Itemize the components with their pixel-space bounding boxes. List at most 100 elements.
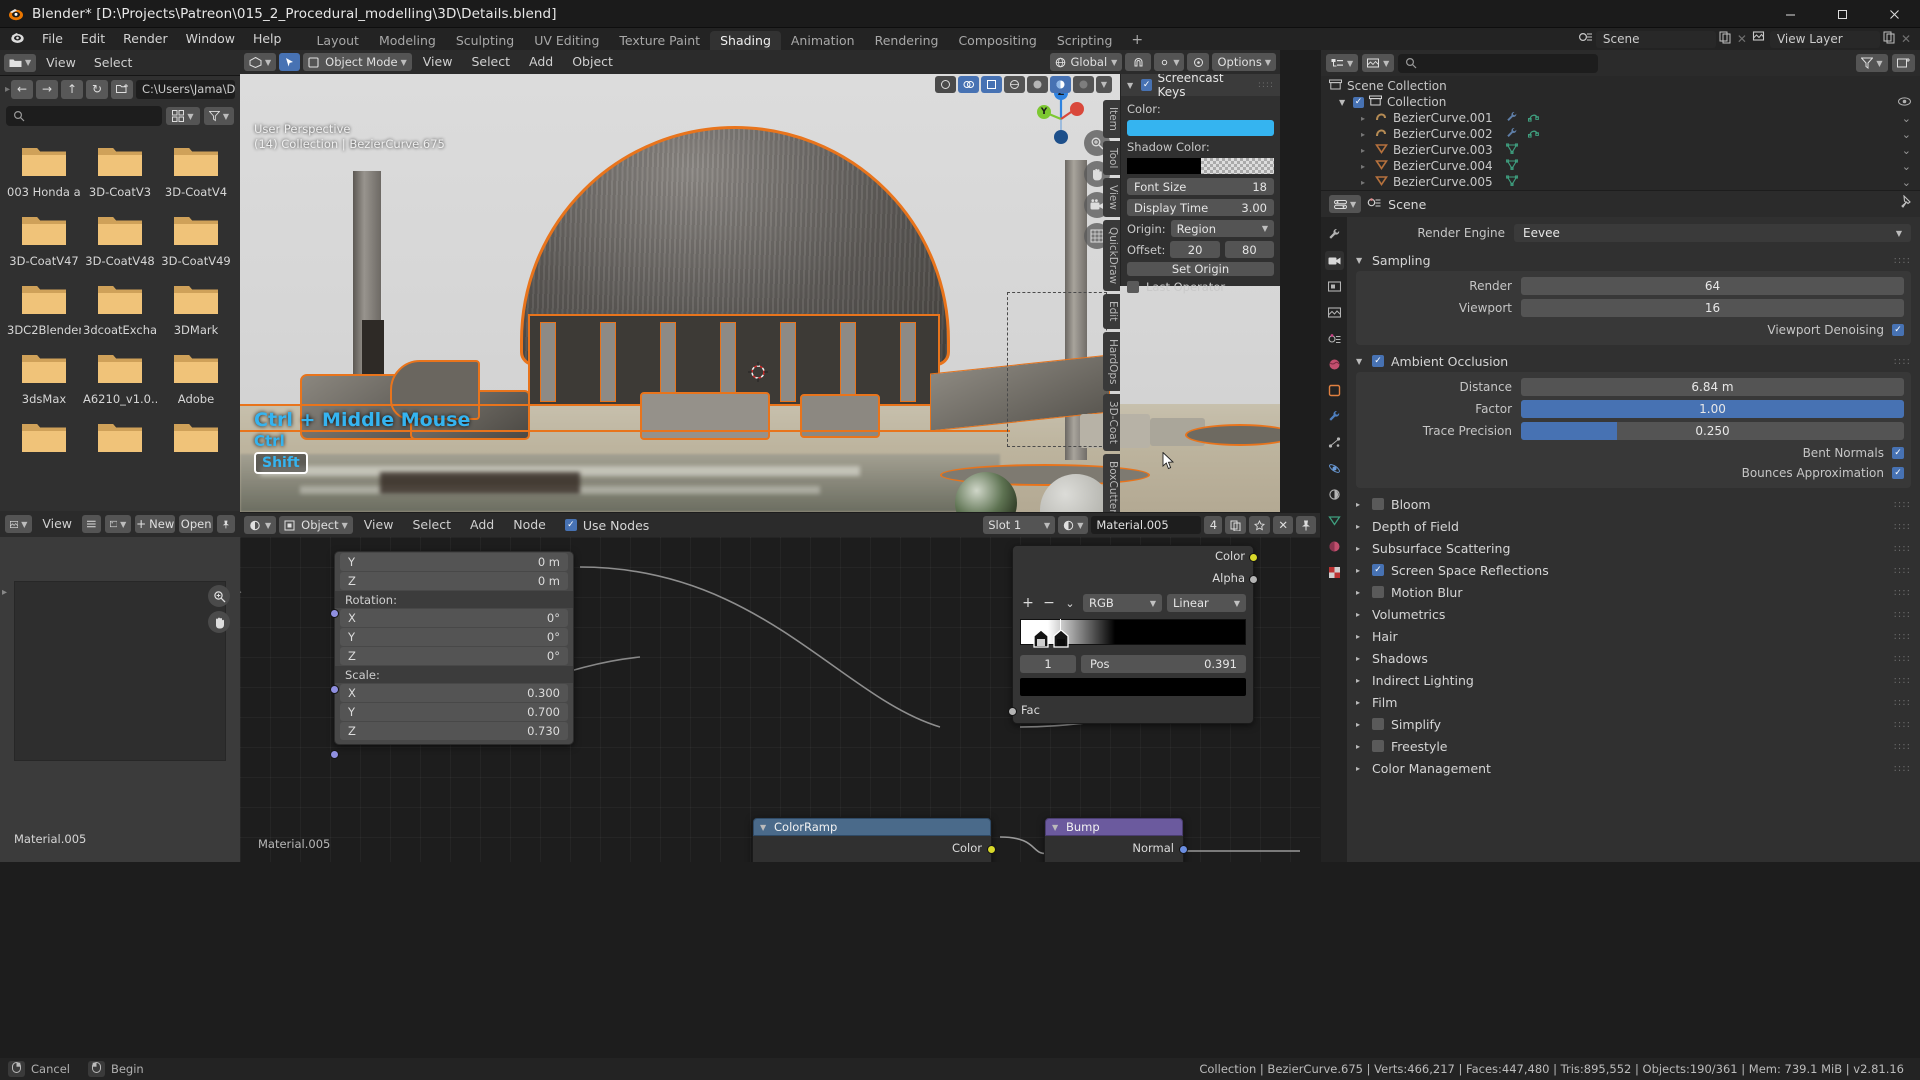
zoom-icon[interactable] xyxy=(208,585,230,607)
snap-settings-icon[interactable]: ▼ xyxy=(1154,53,1185,71)
use-nodes-toggle[interactable]: ✓ Use Nodes xyxy=(557,518,657,533)
collection-enable-checkbox[interactable]: ✓ xyxy=(1353,96,1364,108)
section-volumetrics[interactable]: ▸ Volumetrics :::: xyxy=(1356,603,1911,625)
chevron-down-icon[interactable]: ▼ xyxy=(1127,81,1136,90)
sidebar-tab-hardops[interactable]: HardOps xyxy=(1103,331,1120,392)
scale-x-field[interactable]: X 0.300 xyxy=(340,684,568,702)
panel-grip-icon[interactable]: :::: xyxy=(1894,675,1911,686)
workspace-tab-layout[interactable]: Layout xyxy=(306,31,369,50)
material-users-count[interactable]: 4 xyxy=(1204,516,1223,534)
tab-modifiers[interactable] xyxy=(1325,407,1344,426)
copy-view-layer-icon[interactable] xyxy=(1882,30,1896,48)
menu-help[interactable]: Help xyxy=(244,28,291,50)
panel-grip-icon[interactable]: :::: xyxy=(1894,609,1911,620)
xray-toggle-icon[interactable] xyxy=(980,76,1002,93)
nav-up-button[interactable]: ↑ xyxy=(61,79,84,99)
outliner-display-mode-selector[interactable]: ▼ xyxy=(1362,54,1395,72)
bounces-approximation-row[interactable]: Bounces Approximation ✓ xyxy=(1363,463,1904,483)
chevron-right-icon[interactable]: ▸ xyxy=(1356,544,1365,553)
colorramp-pos-field[interactable]: Pos 0.391 xyxy=(1081,655,1246,673)
colorramp-interpolation-selector[interactable]: Linear ▼ xyxy=(1167,594,1246,612)
sampling-viewport-field[interactable]: 16 xyxy=(1521,299,1904,317)
image-editor-menu-view[interactable]: View xyxy=(36,513,78,535)
tab-render[interactable] xyxy=(1324,251,1344,270)
outliner-scene-collection-row[interactable]: Scene Collection xyxy=(1321,78,1920,94)
screen-space-reflections-checkbox[interactable]: ✓ xyxy=(1372,564,1384,576)
viewport-menu-object[interactable]: Object xyxy=(564,51,621,73)
node-socket-fac-in[interactable] xyxy=(1008,707,1017,716)
shader-type-selector[interactable]: Object ▼ xyxy=(279,516,353,534)
workspace-tab-scripting[interactable]: Scripting xyxy=(1047,31,1123,50)
delete-scene-icon[interactable]: ✕ xyxy=(1734,32,1750,46)
wrench-icon[interactable] xyxy=(1506,127,1518,141)
screencast-keys-enable-checkbox[interactable]: ✓ xyxy=(1140,79,1153,91)
shading-solid-icon[interactable] xyxy=(1026,76,1048,93)
screencast-keys-panel-header[interactable]: ▼ ✓ Screencast Keys :::: xyxy=(1121,74,1280,99)
proportional-edit-icon[interactable] xyxy=(1187,53,1210,71)
collapse-chevron-icon[interactable]: ⌄ xyxy=(1902,176,1911,189)
editor-type-selector[interactable]: ▼ xyxy=(1329,195,1362,213)
node-menu-view[interactable]: View xyxy=(356,514,402,536)
chevron-down-icon[interactable]: ▼ xyxy=(1052,823,1061,832)
unlink-material-icon[interactable]: ✕ xyxy=(1273,516,1293,534)
sidebar-tab-tool[interactable]: Tool xyxy=(1103,140,1120,176)
chevron-right-icon[interactable]: ▸ xyxy=(1356,566,1365,575)
node-socket-color-out[interactable] xyxy=(1249,553,1258,562)
close-button[interactable] xyxy=(1868,0,1920,28)
outliner-collection-row[interactable]: ▼ ✓ Collection xyxy=(1321,94,1920,110)
outliner-filter-button[interactable]: ▼ xyxy=(1856,54,1888,72)
sidebar-tab-boxcutter[interactable]: BoxCutter xyxy=(1103,454,1120,512)
mesh-data-icon[interactable] xyxy=(1505,143,1518,157)
image-canvas[interactable] xyxy=(14,581,226,761)
add-workspace-button[interactable]: + xyxy=(1122,31,1152,50)
colorramp-remove-stop-button[interactable]: − xyxy=(1041,595,1057,611)
section-indirect-lighting[interactable]: ▸ Indirect Lighting :::: xyxy=(1356,669,1911,691)
origin-selector[interactable]: Region ▼ xyxy=(1170,220,1274,237)
panel-grip-icon[interactable]: :::: xyxy=(1894,719,1911,730)
colorramp-edit-node[interactable]: Color Alpha + − ⌄ RGB ▼ Linear ▼ 1 Pos 0… xyxy=(1008,545,1258,724)
outliner-object-row[interactable]: ▸ BezierCurve.004 ⌄ xyxy=(1321,158,1920,174)
section-screen-space-reflections[interactable]: ▸ ✓ Screen Space Reflections :::: xyxy=(1356,559,1911,581)
chevron-right-icon[interactable]: ▸ xyxy=(1356,742,1365,751)
node-socket[interactable] xyxy=(330,750,339,759)
file-item[interactable]: A6210_v1.0... xyxy=(82,351,158,406)
chevron-right-icon[interactable]: ▸ xyxy=(1361,130,1370,139)
snap-magnet-icon[interactable] xyxy=(1125,53,1152,71)
tab-view-layer[interactable] xyxy=(1325,303,1344,322)
file-item[interactable]: 3D-CoatV48 xyxy=(82,213,158,268)
node-menu-select[interactable]: Select xyxy=(404,514,459,536)
editor-type-selector[interactable]: ▼ xyxy=(4,53,37,72)
file-search-input[interactable] xyxy=(6,106,162,126)
shading-wireframe-icon[interactable] xyxy=(1003,76,1025,93)
panel-grip-icon[interactable]: :::: xyxy=(1894,587,1911,598)
bent-normals-checkbox[interactable]: ✓ xyxy=(1892,447,1904,459)
bounces-approximation-checkbox[interactable]: ✓ xyxy=(1892,467,1904,479)
offset-x-field[interactable]: 20 xyxy=(1170,241,1220,258)
viewport-options-button[interactable]: Options ▼ xyxy=(1212,53,1276,71)
open-image-button[interactable]: Open xyxy=(179,515,214,533)
workspace-tab-rendering[interactable]: Rendering xyxy=(865,31,949,50)
panel-grip-icon[interactable]: :::: xyxy=(1894,653,1911,664)
chevron-down-icon[interactable]: ▼ xyxy=(1356,357,1365,366)
viewport-menu-add[interactable]: Add xyxy=(521,51,561,73)
bump-node-header[interactable]: ▼ Bump xyxy=(1045,818,1183,836)
tab-texture[interactable] xyxy=(1325,563,1344,582)
curve-data-icon[interactable] xyxy=(1527,111,1540,125)
rot-x-field[interactable]: X 0° xyxy=(340,609,568,627)
panel-grip-icon[interactable]: :::: xyxy=(1894,356,1911,367)
menu-render[interactable]: Render xyxy=(114,28,177,50)
file-item[interactable]: 3DMark xyxy=(158,282,234,337)
scene-name-field[interactable]: Scene xyxy=(1595,30,1716,48)
panel-grip-icon[interactable]: :::: xyxy=(1894,741,1911,752)
chevron-right-icon[interactable]: ▸ xyxy=(1356,720,1365,729)
panel-grip-icon[interactable]: :::: xyxy=(1258,80,1274,90)
chevron-right-icon[interactable]: ▸ xyxy=(1361,146,1370,155)
offset-y-field[interactable]: 80 xyxy=(1224,241,1274,258)
sidebar-expand-arrow-icon[interactable]: ▸ xyxy=(2,587,7,598)
section-motion-blur[interactable]: ▸ Motion Blur :::: xyxy=(1356,581,1911,603)
file-browser-menu-select[interactable]: Select xyxy=(86,52,141,74)
interaction-mode-selector[interactable]: Object Mode ▼ xyxy=(303,53,412,71)
chevron-right-icon[interactable]: ▸ xyxy=(1356,676,1365,685)
section-simplify[interactable]: ▸ Simplify :::: xyxy=(1356,713,1911,735)
color-swatch[interactable] xyxy=(1127,120,1274,136)
